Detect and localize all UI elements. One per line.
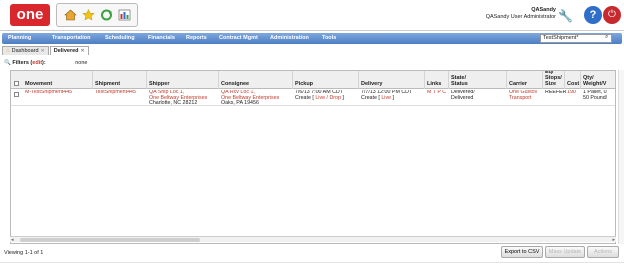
close-icon[interactable]: ✕ [81,47,85,55]
column-links[interactable]: Links [425,71,449,89]
row-carrier[interactable]: One Gustov Transport [507,90,537,101]
carrier-name-2[interactable]: Transport [509,95,537,102]
pickup-create: Create [ [295,94,316,101]
column-delivery[interactable]: Delivery [359,71,425,89]
tab-label: Delivered [53,48,79,54]
bottom-border [0,262,624,273]
export-csv-button[interactable]: Export to CSV [501,246,543,258]
row-shipment[interactable]: TestShipment445 [93,90,136,96]
help-icon[interactable]: ? [584,6,602,24]
column-carrier[interactable]: Carrier [507,71,543,89]
column-shipment[interactable]: Shipment [93,71,147,89]
scroll-right-icon[interactable]: ▸ [612,237,615,243]
column-qty-weight[interactable]: Qty/ Weight/V [581,71,615,89]
filter-icon: 🔍 [4,60,11,66]
app-logo[interactable]: one [10,4,50,26]
vertical-scrollbar[interactable] [618,70,624,244]
tab-bar: ⌂ Dashboard ✕ Delivered ✕ [2,46,90,56]
home-icon[interactable] [63,8,77,22]
search-input[interactable]: TestShipment* [540,34,612,43]
delivery-appointment: Create [ Live ] [361,94,412,102]
close-icon[interactable]: ✕ [41,47,45,55]
row-state: Delivered/ Delivered [449,90,475,101]
nav-scheduling[interactable]: Scheduling [105,35,135,42]
pickup-live-drop-link[interactable]: Live / Drop [315,95,341,101]
row-eq: REEFER [545,90,567,95]
pagination-info: Viewing 1-1 of 1 [4,250,44,256]
column-movement[interactable]: Movement [23,71,93,89]
row-consignee: QA Rcv Loc 1, One Beltway Enterprises Oa… [219,90,279,107]
filters-label: Filters ( [12,60,33,66]
nav-contract-mgmt[interactable]: Contract Mgmt [219,35,258,42]
user-info: QASandy QASandy User Administrator [486,7,556,21]
status-value: Delivered [451,94,474,101]
table-row[interactable]: M-TestShipment445 TestShipment445 QA Shi… [11,89,615,107]
mass-update-button[interactable]: Mass Update [545,246,585,258]
nav-reports[interactable]: Reports [186,35,207,42]
filters-label-end: ): [42,60,46,66]
row-links[interactable]: M T P C [425,90,446,96]
delivery-live-link[interactable]: Live [381,95,391,101]
delivery-bracket: ] [391,94,394,101]
horizontal-scrollbar[interactable]: ◂ ▸ [10,236,616,243]
nav-tools[interactable]: Tools [322,35,336,42]
nav-transportation[interactable]: Transportation [52,35,91,42]
select-all-checkbox[interactable] [14,81,19,86]
tab-delivered[interactable]: Delivered ✕ [49,46,89,55]
column-consignee[interactable]: Consignee [219,71,293,89]
search-icon[interactable]: ⌕ [605,34,608,41]
refresh-icon[interactable] [99,8,113,22]
column-shipper[interactable]: Shipper [147,71,219,89]
star-icon[interactable] [81,8,95,22]
pickup-bracket: ] [340,94,344,101]
results-grid: Movement Shipment Shipper Consignee Pick… [10,70,616,244]
quick-icons-toolbar [56,3,138,27]
top-bar: one QASandy QASandy User Administrator 🔧… [0,0,624,31]
horizontal-scroll-thumb[interactable] [20,238,200,242]
actions-button[interactable]: Actions [587,246,619,258]
shipper-address: Charlotte, NC 28212 [149,100,198,106]
weight-value: 50 Pound/ [583,94,608,101]
wrench-icon[interactable]: 🔧 [558,9,573,23]
dashboard-icon: ⌂ [6,48,10,54]
tab-dashboard[interactable]: ⌂ Dashboard ✕ [2,46,49,55]
user-name: QASandy [531,7,556,13]
nav-planning[interactable]: Planning [8,35,31,42]
report-icon[interactable] [117,8,131,22]
filters-value: none [75,60,88,66]
row-cost[interactable]: 190 [565,90,576,96]
scroll-left-icon[interactable]: ◂ [11,237,14,243]
filters-bar: 🔍 Filters (edit): none [4,59,88,67]
pickup-appointment: Create [ Live / Drop ] [295,94,344,102]
row-movement[interactable]: M-TestShipment445 [23,90,72,96]
row-delivery: 7/7/13 12:00 PM CDT Create [ Live ] [359,90,412,101]
tab-label: Dashboard [11,48,39,54]
nav-administration[interactable]: Administration [270,35,309,42]
row-pickup: 7/6/13 7:00 AM CDT Create [ Live / Drop … [293,90,344,101]
main-nav: Planning Transportation Scheduling Finan… [2,33,622,44]
column-pickup[interactable]: Pickup [293,71,359,89]
row-qty: 1 Pallet, 0 50 Pound/ [581,90,607,101]
column-cost[interactable]: Cost [565,71,581,89]
user-role: QASandy User Administrator [485,14,556,20]
filters-edit-link[interactable]: edit [32,60,42,66]
grid-header: Movement Shipment Shipper Consignee Pick… [11,71,615,89]
column-eq-stops-size[interactable]: Eq/ Stops/ Size [543,71,565,89]
power-icon[interactable]: ⏻ [603,6,621,24]
column-state-status[interactable]: State/ Status [449,71,507,89]
delivery-create: Create [ [361,94,382,101]
consignee-address: Oaks, PA 19456 [221,100,259,106]
nav-financials[interactable]: Financials [148,35,175,42]
row-shipper: QA Ship Loc 1, One Beltway Enterprises C… [147,90,207,107]
row-checkbox[interactable] [14,92,19,97]
